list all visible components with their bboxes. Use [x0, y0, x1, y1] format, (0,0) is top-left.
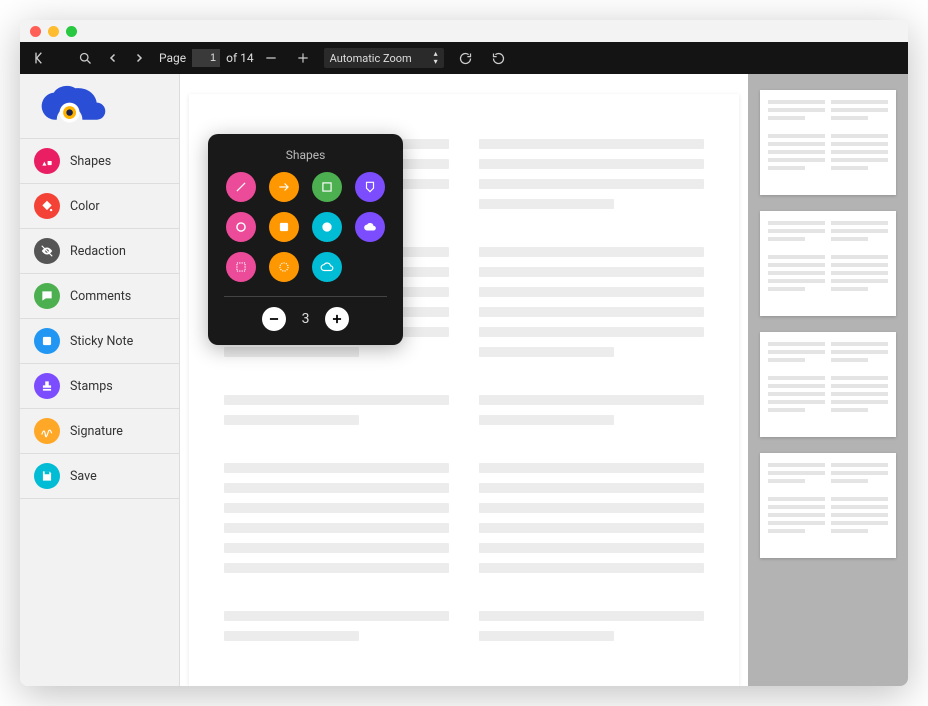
size-value: 3	[302, 311, 310, 327]
sidebar-item-label: Shapes	[70, 154, 111, 169]
shapes-popup: Shapes 3	[208, 134, 403, 345]
minimize-window-button[interactable]	[48, 26, 59, 37]
zoom-select-value: Automatic Zoom	[330, 52, 412, 65]
size-increase-button[interactable]	[325, 307, 349, 331]
page-thumbnail[interactable]	[760, 90, 896, 195]
next-page-button[interactable]	[129, 50, 149, 66]
stamp-icon	[34, 373, 60, 399]
thumbnail-panel	[748, 74, 908, 686]
eye-off-icon	[34, 238, 60, 264]
sidebar-item-save[interactable]: Save	[20, 454, 179, 499]
shape-circle-fill-button[interactable]	[312, 212, 342, 242]
close-window-button[interactable]	[30, 26, 41, 37]
shape-line-button[interactable]	[226, 172, 256, 202]
titlebar	[20, 20, 908, 42]
shapes-icon	[34, 148, 60, 174]
sign-icon	[34, 418, 60, 444]
popup-divider	[224, 296, 387, 297]
page-label: Page	[159, 51, 186, 65]
sidebar-item-label: Signature	[70, 424, 123, 439]
size-decrease-button[interactable]	[262, 307, 286, 331]
shape-polygon-button[interactable]	[355, 172, 385, 202]
shape-cloud-button[interactable]	[312, 252, 342, 282]
page-number-input[interactable]	[192, 49, 220, 67]
app-logo	[20, 74, 179, 138]
sidebar-item-sticky-note[interactable]: Sticky Note	[20, 319, 179, 364]
shape-arrow-button[interactable]	[269, 172, 299, 202]
shape-rect-dotted-button[interactable]	[226, 252, 256, 282]
page-thumbnail[interactable]	[760, 332, 896, 437]
sidebar-item-label: Sticky Note	[70, 334, 133, 349]
zoom-in-button[interactable]	[292, 49, 314, 67]
toolbar: Page of 14 Automatic Zoom ▴▾	[20, 42, 908, 74]
sidebar: Shapes Color Redaction Comments Sticky Note S…	[20, 74, 180, 686]
shape-cloud-fill-button[interactable]	[355, 212, 385, 242]
sidebar-item-label: Save	[70, 469, 97, 484]
sidebar-item-color[interactable]: Color	[20, 184, 179, 229]
document-area: Shapes 3	[180, 74, 748, 686]
sidebar-item-comments[interactable]: Comments	[20, 274, 179, 319]
page-thumbnail[interactable]	[760, 453, 896, 558]
rotate-ccw-button[interactable]	[487, 49, 510, 68]
shape-rect-filled-button[interactable]	[269, 212, 299, 242]
sidebar-item-label: Color	[70, 199, 100, 214]
note-icon	[34, 328, 60, 354]
page-total: of 14	[226, 51, 253, 65]
paint-icon	[34, 193, 60, 219]
shape-circle-dot-button[interactable]	[269, 252, 299, 282]
app-window: Page of 14 Automatic Zoom ▴▾	[20, 20, 908, 686]
zoom-out-button[interactable]	[260, 49, 282, 67]
chat-icon	[34, 283, 60, 309]
sidebar-item-redaction[interactable]: Redaction	[20, 229, 179, 274]
search-button[interactable]	[74, 49, 97, 68]
sidebar-item-signature[interactable]: Signature	[20, 409, 179, 454]
page-column-right	[479, 139, 704, 641]
sidebar-toggle-button[interactable]	[28, 48, 52, 68]
shape-rect-button[interactable]	[312, 172, 342, 202]
rotate-cw-button[interactable]	[454, 49, 477, 68]
select-caret-icon: ▴▾	[434, 50, 438, 66]
sidebar-item-stamps[interactable]: Stamps	[20, 364, 179, 409]
sidebar-item-label: Stamps	[70, 379, 113, 394]
zoom-select[interactable]: Automatic Zoom ▴▾	[324, 48, 444, 68]
maximize-window-button[interactable]	[66, 26, 77, 37]
prev-page-button[interactable]	[103, 50, 123, 66]
size-stepper: 3	[224, 307, 387, 331]
save-icon	[34, 463, 60, 489]
page-thumbnail[interactable]	[760, 211, 896, 316]
sidebar-item-shapes[interactable]: Shapes	[20, 138, 179, 184]
sidebar-item-label: Comments	[70, 289, 131, 304]
shape-ring-button[interactable]	[226, 212, 256, 242]
sidebar-item-label: Redaction	[70, 244, 126, 259]
shapes-popup-title: Shapes	[224, 148, 387, 162]
